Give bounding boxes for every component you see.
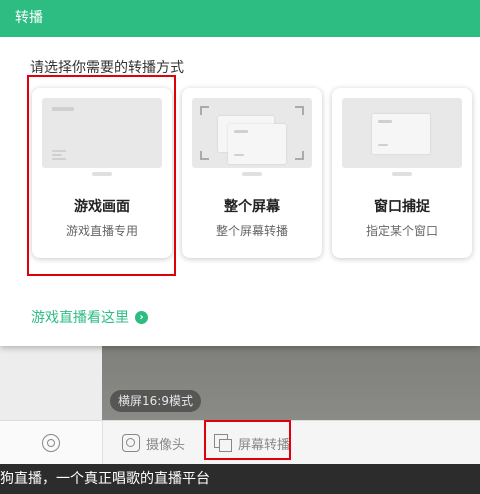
option-title: 整个屏幕 [224, 199, 280, 215]
game-live-help-link[interactable]: 游戏直播看这里 › [31, 307, 148, 327]
toolbar-left-panel [0, 421, 103, 465]
illus-bar [234, 130, 248, 133]
camera-icon [122, 434, 140, 452]
ratio-mode-badge[interactable]: 横屏16:9模式 [110, 390, 201, 412]
broadcast-dialog: 转播 请选择你需要的转播方式 游戏画面 游戏直播专用 整个屏幕 整个屏幕转播 窗… [0, 0, 480, 346]
caption-text: 狗直播，一个真正唱歌的直播平台 [0, 471, 210, 487]
chevron-right-icon: › [135, 310, 148, 324]
side-panel [0, 340, 102, 420]
dialog-prompt: 请选择你需要的转播方式 [30, 60, 184, 76]
monitor-stand [242, 172, 262, 176]
option-title: 窗口捕捉 [374, 199, 430, 215]
illus-bar [378, 144, 388, 146]
expand-arrow-icon [200, 151, 209, 160]
highlight-box-game-option [27, 75, 176, 276]
expand-arrow-icon [295, 106, 304, 115]
expand-arrow-icon [200, 106, 209, 115]
camera-button[interactable]: 摄像头 [122, 421, 185, 465]
expand-arrow-icon [295, 151, 304, 160]
option-subtitle: 指定某个窗口 [365, 224, 438, 238]
illus-bar [234, 154, 244, 156]
option-window-capture[interactable]: 窗口捕捉 指定某个窗口 [332, 88, 472, 258]
camera-label: 摄像头 [146, 437, 186, 453]
window-capture-illustration [342, 98, 462, 168]
full-screen-illustration [192, 98, 312, 168]
window-illustration [228, 124, 286, 164]
window-illustration [372, 114, 430, 154]
caption-bar: 狗直播，一个真正唱歌的直播平台 [0, 464, 480, 494]
target-icon[interactable] [42, 434, 60, 452]
option-full-screen[interactable]: 整个屏幕 整个屏幕转播 [182, 88, 322, 258]
help-link-label: 游戏直播看这里 [31, 310, 129, 326]
monitor-stand [392, 172, 412, 176]
option-subtitle: 整个屏幕转播 [215, 224, 288, 238]
dialog-title: 转播 [0, 0, 480, 37]
highlight-box-screen-button [204, 420, 291, 460]
illus-bar [378, 120, 392, 123]
